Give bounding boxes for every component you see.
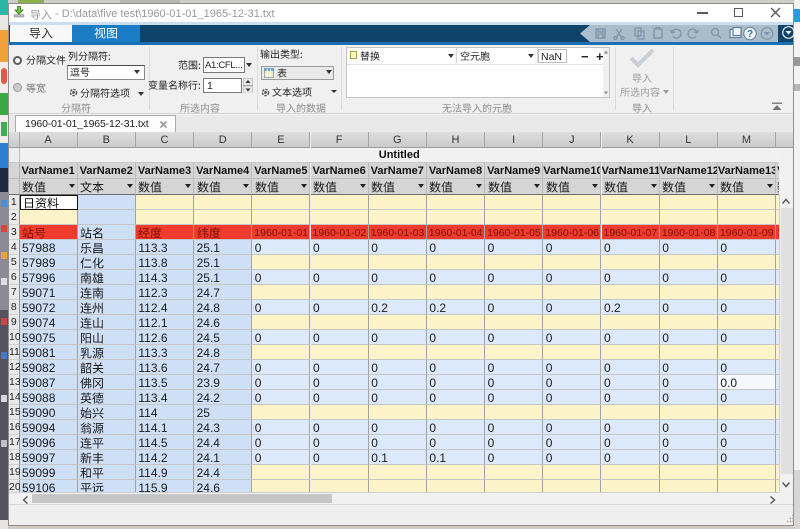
svg-text:?: ? bbox=[747, 29, 753, 40]
